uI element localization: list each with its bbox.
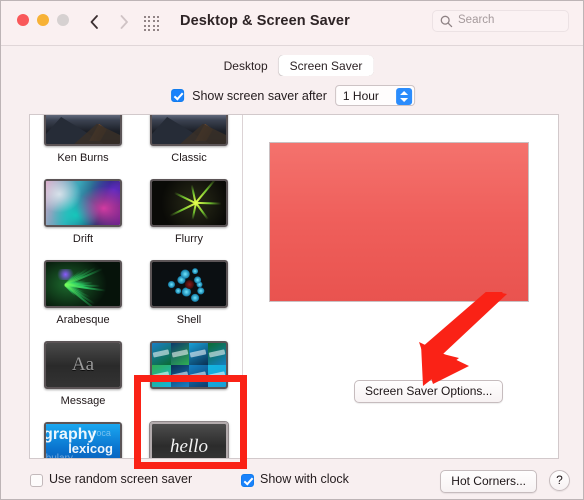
screen-saver-item[interactable] bbox=[136, 334, 242, 415]
screen-saver-thumbnail bbox=[150, 115, 228, 146]
tab-desktop[interactable]: Desktop bbox=[213, 55, 279, 76]
screen-saver-item-label: Message bbox=[60, 395, 106, 407]
screen-saver-item-label: Drift bbox=[72, 233, 94, 245]
screen-saver-list[interactable]: Ken Burns Classic Drift Flurry Arabesque Shel… bbox=[30, 115, 242, 458]
search-icon bbox=[440, 15, 453, 28]
grid-view-icon[interactable] bbox=[144, 15, 160, 31]
minimize-button[interactable] bbox=[37, 14, 49, 26]
screen-saver-item-drift[interactable]: Drift bbox=[30, 172, 136, 253]
screen-saver-item-shell[interactable]: Shell bbox=[136, 253, 242, 334]
screen-saver-thumbnail: hello bbox=[150, 422, 228, 458]
window-titlebar: Desktop & Screen Saver Search bbox=[1, 1, 583, 46]
content-area: Ken Burns Classic Drift Flurry Arabesque Shel… bbox=[29, 114, 559, 459]
bottom-bar: Use random screen saver Show with clock … bbox=[1, 465, 583, 499]
screen-saver-thumbnail bbox=[150, 341, 228, 389]
search-field[interactable]: Search bbox=[432, 10, 569, 32]
back-button[interactable] bbox=[85, 11, 103, 33]
tab-bar: Desktop Screen Saver bbox=[1, 46, 583, 81]
hot-corners-button[interactable]: Hot Corners... bbox=[440, 470, 537, 493]
screen-saver-thumbnail bbox=[150, 260, 228, 308]
show-after-row: Show screen saver after 1 Hour bbox=[1, 85, 583, 109]
show-with-clock-checkbox[interactable] bbox=[241, 474, 254, 487]
screen-saver-grid: Ken Burns Classic Drift Flurry Arabesque Shel… bbox=[30, 115, 242, 458]
screen-saver-preview bbox=[269, 142, 529, 302]
zoom-button[interactable] bbox=[57, 14, 69, 26]
screen-saver-item-arabesque[interactable]: Arabesque bbox=[30, 253, 136, 334]
show-with-clock-label: Show with clock bbox=[260, 472, 349, 486]
tab-group: Desktop Screen Saver bbox=[213, 55, 374, 76]
screen-saver-thumbnail: graphyvocalexicogabulary bbox=[44, 422, 122, 458]
preview-pane: Screen Saver Options... bbox=[243, 115, 558, 458]
screen-saver-item-word-of-the-day[interactable]: graphyvocalexicogabularyWord of the Day bbox=[30, 415, 136, 458]
screen-saver-thumbnail: Aa bbox=[44, 341, 122, 389]
tab-screen-saver[interactable]: Screen Saver bbox=[278, 55, 374, 76]
screen-saver-item-ken-burns[interactable]: Ken Burns bbox=[30, 115, 136, 172]
svg-text:hello: hello bbox=[170, 436, 208, 457]
stepper-icon[interactable] bbox=[395, 87, 412, 105]
preferences-window: Desktop & Screen Saver Search Desktop Sc… bbox=[0, 0, 584, 500]
screen-saver-thumbnail bbox=[44, 115, 122, 146]
screen-saver-item-label: Arabesque bbox=[56, 314, 110, 326]
close-button[interactable] bbox=[17, 14, 29, 26]
screen-saver-thumbnail bbox=[44, 179, 122, 227]
screen-saver-delay-value: 1 Hour bbox=[342, 89, 379, 103]
use-random-screen-saver-label: Use random screen saver bbox=[49, 472, 193, 486]
screen-saver-delay-select[interactable]: 1 Hour bbox=[334, 85, 415, 106]
use-random-screen-saver-checkbox[interactable] bbox=[30, 474, 43, 487]
screen-saver-item-message[interactable]: Aa Message bbox=[30, 334, 136, 415]
screen-saver-item-hello[interactable]: helloHello bbox=[136, 415, 242, 458]
forward-button[interactable] bbox=[115, 11, 133, 33]
screen-saver-item-label: Shell bbox=[176, 314, 202, 326]
help-button[interactable]: ? bbox=[549, 470, 570, 491]
screen-saver-item-label: Classic bbox=[171, 152, 207, 164]
screen-saver-item-label: Ken Burns bbox=[57, 152, 109, 164]
page-title: Desktop & Screen Saver bbox=[180, 13, 350, 29]
screen-saver-item-flurry[interactable]: Flurry bbox=[136, 172, 242, 253]
show-screen-saver-label: Show screen saver after bbox=[192, 88, 327, 103]
search-placeholder: Search bbox=[458, 14, 495, 26]
screen-saver-item-classic[interactable]: Classic bbox=[136, 115, 242, 172]
screen-saver-options-button[interactable]: Screen Saver Options... bbox=[354, 380, 504, 403]
show-screen-saver-checkbox[interactable] bbox=[171, 89, 185, 102]
screen-saver-item-label: Flurry bbox=[174, 233, 204, 245]
screen-saver-thumbnail bbox=[44, 260, 122, 308]
screen-saver-thumbnail bbox=[150, 179, 228, 227]
